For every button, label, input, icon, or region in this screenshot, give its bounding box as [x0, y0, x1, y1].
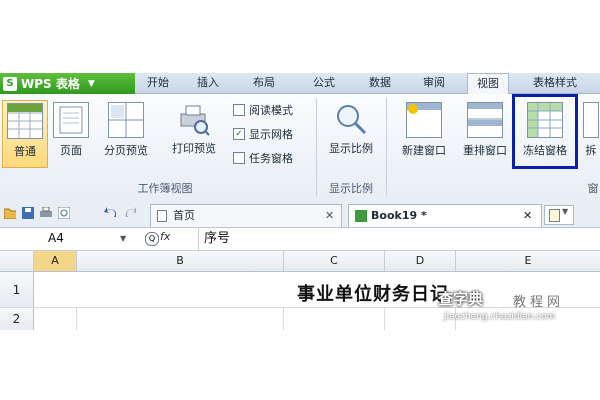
rearrange-window-icon — [467, 102, 503, 138]
print-preview-button[interactable]: 打印预览 — [166, 100, 222, 166]
task-pane-checkbox[interactable]: 任务窗格 — [233, 150, 293, 166]
search-function-icon[interactable]: Q — [145, 232, 159, 246]
chevron-down-icon: ▼ — [562, 207, 569, 216]
print-preview-label: 打印预览 — [172, 142, 216, 155]
normal-view-icon — [7, 103, 43, 139]
insert-function-button[interactable]: fx — [160, 230, 170, 243]
watermark-brand: 查字典 — [438, 290, 484, 308]
row-header-2[interactable]: 2 — [0, 308, 34, 330]
print-icon[interactable] — [40, 207, 52, 219]
wps-logo-icon: S — [3, 76, 17, 91]
tab-home[interactable]: 开始 — [136, 73, 180, 93]
doc-tab-home[interactable]: 首页 ✕ — [150, 204, 342, 227]
select-all-corner[interactable] — [0, 251, 34, 271]
new-tab-button[interactable]: ▼ — [544, 205, 574, 225]
page-view-label: 页面 — [60, 144, 82, 157]
redo-icon[interactable] — [124, 207, 136, 219]
show-grid-checkbox[interactable]: ✓ 显示网格 — [233, 126, 293, 142]
tab-review[interactable]: 审阅 — [412, 73, 456, 93]
split-window-label: 拆 — [585, 144, 597, 157]
watermark-url: jiaocheng.chazidian.com — [444, 312, 556, 322]
close-icon[interactable]: ✕ — [523, 205, 532, 227]
app-name: WPS 表格 — [21, 77, 80, 91]
cell-border — [76, 308, 77, 330]
tab-formula[interactable]: 公式 — [302, 73, 346, 93]
page-break-icon — [108, 102, 144, 138]
formula-divider — [198, 228, 199, 250]
zoom-button[interactable]: 显示比例 — [322, 100, 380, 166]
show-grid-label: 显示网格 — [249, 128, 293, 141]
normal-view-button[interactable]: 普通 — [2, 100, 48, 168]
zoom-label: 显示比例 — [329, 142, 373, 155]
task-pane-label: 任务窗格 — [249, 152, 293, 165]
tab-view[interactable]: 视图 — [467, 73, 509, 95]
site-watermark: 查字典 教程网 jiaocheng.chazidian.com — [438, 282, 600, 326]
freeze-panes-highlight — [512, 94, 578, 169]
cell-reference: A4 — [48, 231, 64, 245]
window-group-label: 窗 — [587, 182, 599, 195]
watermark-site: 教程网 — [513, 295, 565, 310]
column-header-row: A B C D E — [0, 251, 600, 272]
chevron-down-icon: ▼ — [120, 234, 127, 243]
column-header-c[interactable]: C — [284, 251, 385, 271]
home-page-icon — [157, 210, 167, 222]
doc-tab-home-label: 首页 — [173, 209, 195, 222]
row-header-1[interactable]: 1 — [0, 272, 34, 307]
wps-spreadsheet-window: S WPS 表格 ▼ 开始 插入 布局 公式 数据 审阅 视图 表格样式 普通 … — [0, 73, 600, 330]
document-tab-bar: 首页 ✕ Book19 * ✕ ▼ — [0, 201, 600, 228]
column-header-e[interactable]: E — [456, 251, 600, 271]
print-preview-icon — [177, 102, 211, 136]
cell-border — [283, 308, 284, 330]
split-window-button[interactable]: 拆 — [582, 100, 600, 166]
page-break-preview-button[interactable]: 分页预览 — [98, 100, 154, 166]
ribbon-view-panel: 普通 页面 分页预览 打印预览 阅读模式 ✓ 显示网格 任务窗格 工作簿视图 显… — [0, 94, 600, 202]
open-folder-icon[interactable] — [4, 207, 16, 219]
read-mode-checkbox[interactable]: 阅读模式 — [233, 102, 293, 118]
new-window-label: 新建窗口 — [402, 144, 446, 157]
doc-tab-book19-label: Book19 * — [371, 209, 427, 222]
tab-layout[interactable]: 布局 — [242, 73, 286, 93]
group-divider — [316, 98, 317, 196]
group-divider — [386, 98, 387, 196]
wps-app-menu-button[interactable]: S WPS 表格 ▼ — [0, 73, 135, 94]
formula-bar: A4 ▼ Q fx 序号 — [0, 228, 600, 251]
column-header-b[interactable]: B — [77, 251, 284, 271]
read-mode-box — [233, 104, 245, 116]
chevron-down-icon: ▼ — [87, 78, 95, 89]
cell-border — [384, 308, 385, 330]
split-window-icon — [583, 102, 599, 138]
save-icon[interactable] — [22, 207, 34, 219]
new-window-button[interactable]: 新建窗口 — [394, 100, 454, 166]
zoom-group-label: 显示比例 — [329, 182, 373, 195]
task-pane-box — [233, 152, 245, 164]
magnifier-icon — [334, 102, 368, 136]
tab-data[interactable]: 数据 — [358, 73, 402, 93]
spreadsheet-file-icon — [355, 210, 367, 222]
page-break-label: 分页预览 — [104, 144, 148, 157]
preview-icon[interactable] — [58, 207, 70, 219]
checkmark-icon: ✓ — [233, 128, 245, 140]
name-box[interactable]: A4 ▼ — [0, 230, 132, 247]
new-document-icon — [549, 209, 560, 222]
rearrange-window-label: 重排窗口 — [463, 144, 507, 157]
normal-view-label: 普通 — [14, 145, 36, 158]
sheet-title-cell[interactable]: 事业单位财务日记 — [297, 280, 449, 306]
ribbon-tab-strip: S WPS 表格 ▼ 开始 插入 布局 公式 数据 审阅 视图 表格样式 — [0, 73, 600, 95]
new-window-icon — [406, 102, 442, 138]
rearrange-window-button[interactable]: 重排窗口 — [458, 100, 512, 166]
undo-icon[interactable] — [104, 207, 116, 219]
formula-input[interactable]: 序号 — [204, 229, 230, 248]
page-view-button[interactable]: 页面 — [52, 100, 90, 166]
tab-insert[interactable]: 插入 — [186, 73, 230, 93]
workbook-view-group-label: 工作簿视图 — [137, 182, 193, 195]
page-view-icon — [53, 102, 89, 138]
doc-tab-book19[interactable]: Book19 * ✕ — [348, 204, 542, 227]
close-icon[interactable]: ✕ — [325, 205, 334, 227]
read-mode-label: 阅读模式 — [249, 104, 293, 117]
column-header-d[interactable]: D — [385, 251, 456, 271]
column-header-a[interactable]: A — [34, 251, 77, 271]
tab-table-style[interactable]: 表格样式 — [522, 73, 588, 93]
